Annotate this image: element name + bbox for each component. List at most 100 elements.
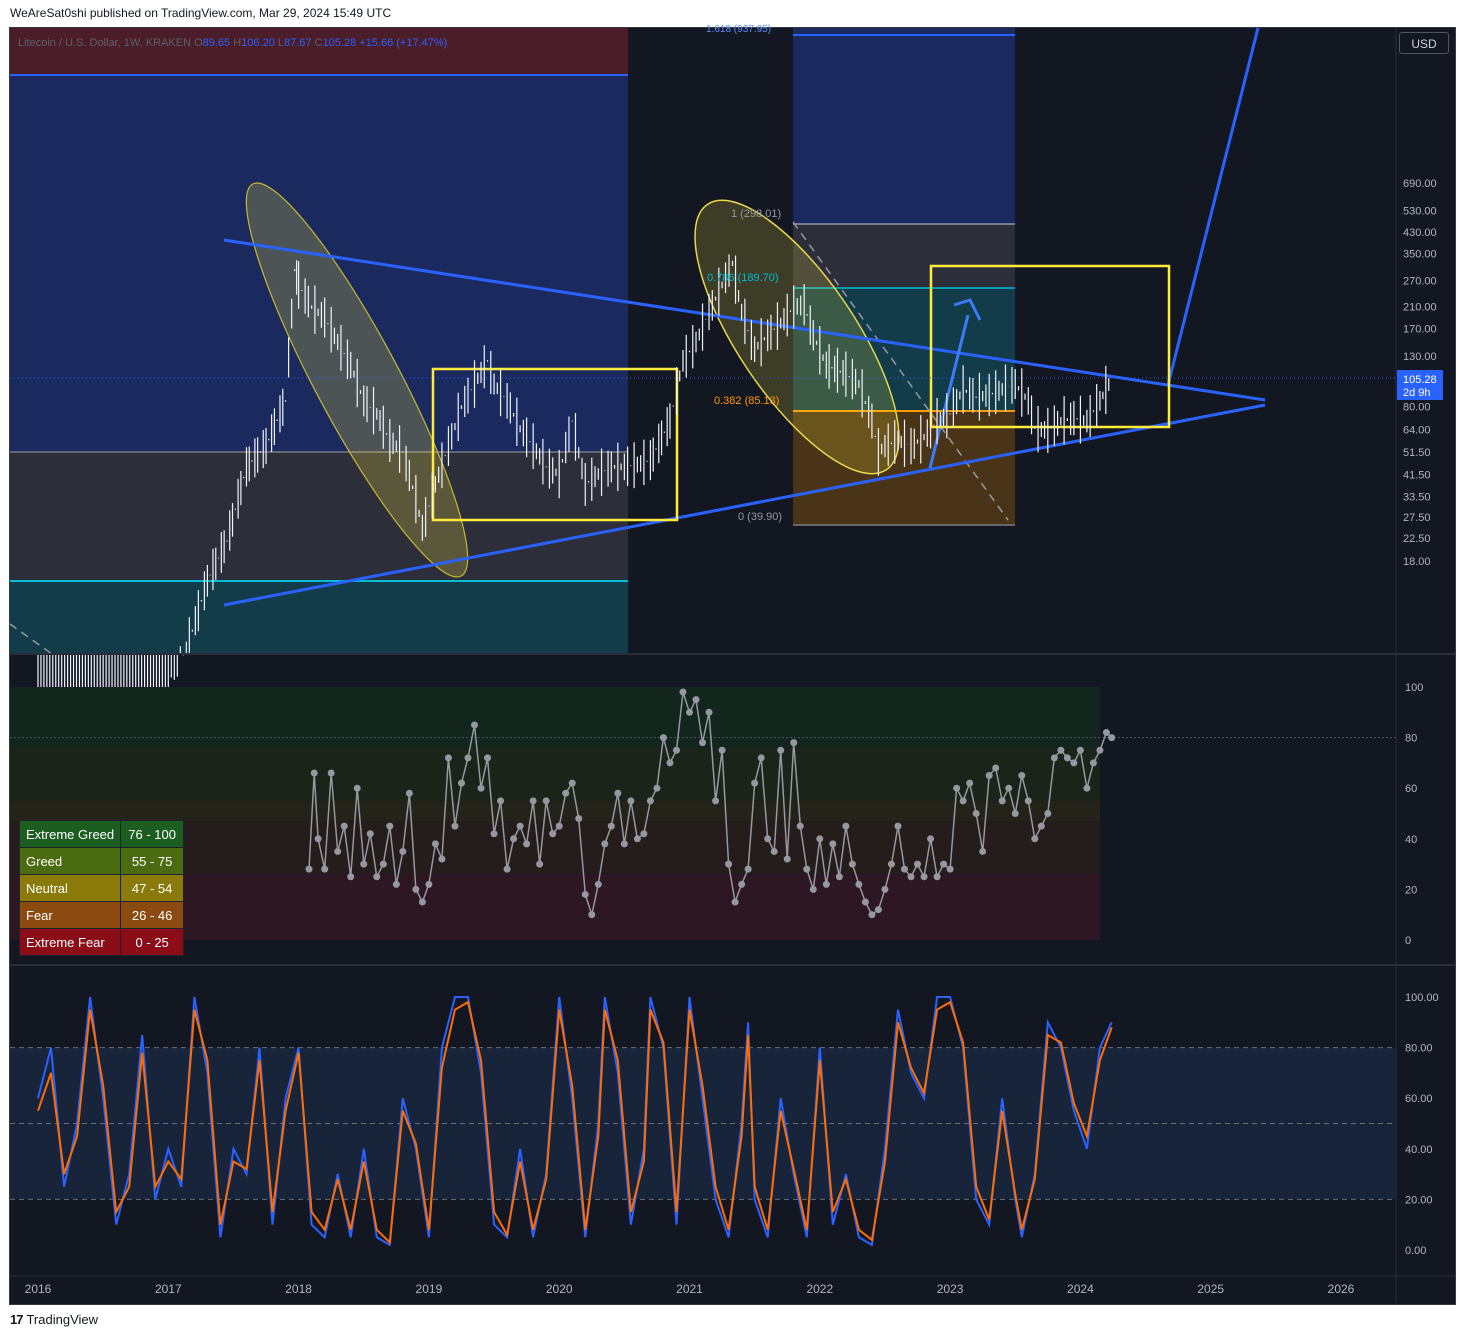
fng-point (718, 746, 726, 754)
fng-point (1050, 754, 1058, 762)
time-axis-tick: 2018 (285, 1282, 312, 1296)
fng-point (692, 696, 700, 704)
price-label-value: 105.28 (1403, 374, 1437, 386)
fng-point (874, 906, 882, 914)
fng-point (431, 840, 439, 848)
fng-point (536, 860, 544, 868)
legend-value: +15.66 (+17.47%) (359, 37, 447, 49)
fng-point (562, 789, 570, 797)
fng-point (757, 754, 765, 762)
price-axis-tick: 64.00 (1403, 425, 1431, 437)
fng-point (946, 865, 954, 873)
fng-point (1108, 734, 1116, 742)
legend-range: 26 - 46 (120, 901, 185, 929)
fng-zone-band (10, 800, 1100, 822)
zone-fib-teal (10, 581, 628, 654)
fng-point (310, 769, 318, 777)
time-axis-tick: 2026 (1328, 1282, 1355, 1296)
fng-point (816, 835, 824, 843)
fng-axis-tick: 80 (1405, 733, 1417, 745)
fng-point (1057, 746, 1065, 754)
legend-label: Extreme Greed (18, 820, 122, 848)
currency-button[interactable]: USD (1399, 32, 1449, 54)
fib-label: 0.786 (189.70) (707, 272, 779, 284)
fng-point (588, 911, 596, 919)
price-axis-tick: 270.00 (1403, 275, 1437, 287)
fng-point (305, 865, 313, 873)
fng-point (523, 840, 531, 848)
time-axis-tick: 2025 (1197, 1282, 1224, 1296)
fng-point (881, 885, 889, 893)
fng-point (1063, 754, 1071, 762)
fng-point (829, 840, 837, 848)
fng-point (340, 822, 348, 830)
fng-point (907, 873, 915, 881)
fng-point (594, 880, 602, 888)
fng-point (497, 797, 505, 805)
fng-point (418, 898, 426, 906)
fng-point (1076, 746, 1084, 754)
fng-point (1018, 772, 1026, 780)
fng-point (855, 880, 863, 888)
legend-row: Greed 55 - 75 (18, 847, 185, 875)
fng-point (672, 746, 680, 754)
legend-label: Greed (18, 847, 122, 875)
fng-point (412, 885, 420, 893)
fng-point (555, 822, 563, 830)
fng-point (451, 822, 459, 830)
fng-point (1102, 729, 1110, 737)
stoch-axis-tick: 100.00 (1405, 992, 1439, 1004)
fng-point (777, 746, 785, 754)
price-axis-tick: 51.50 (1403, 447, 1431, 459)
fng-point (366, 830, 374, 838)
fng-point (457, 779, 465, 787)
stoch-axis-tick: 20.00 (1405, 1194, 1433, 1206)
fng-point (933, 873, 941, 881)
fng-point (575, 815, 583, 823)
fng-point (347, 873, 355, 881)
fng-point (705, 708, 713, 716)
fng-point (484, 754, 492, 762)
price-axis-tick: 41.50 (1403, 470, 1431, 482)
legend-label: Fear (18, 901, 122, 929)
fng-point (1037, 822, 1045, 830)
fng-point (835, 873, 843, 881)
legend-value: 105.28 (323, 37, 360, 49)
time-axis-tick: 2016 (25, 1282, 52, 1296)
fng-point (985, 772, 993, 780)
price-axis-tick: 33.50 (1403, 492, 1431, 504)
time-axis-tick: 2017 (155, 1282, 182, 1296)
fng-point (666, 759, 674, 767)
fng-point (529, 797, 537, 805)
legend-row: Fear 26 - 46 (18, 901, 185, 929)
fng-point (1024, 797, 1032, 805)
zone-fib-blue-right (793, 28, 1015, 224)
fng-point (392, 880, 400, 888)
fng-point (620, 840, 628, 848)
price-axis-tick: 690.00 (1403, 178, 1437, 190)
tradingview-logo-icon: 17 (10, 1312, 24, 1327)
fng-point (581, 890, 589, 898)
stoch-axis-tick: 0.00 (1405, 1245, 1426, 1257)
fng-axis-tick: 40 (1405, 834, 1417, 846)
zone-fib-grey (10, 452, 628, 581)
tradingview-chart[interactable]: 1 (298.01) 0.786 (189.70) 0.382 (85.13) 0 (… (0, 0, 1466, 1339)
fng-point (490, 830, 498, 838)
fng-point (868, 911, 876, 919)
fng-point (1011, 810, 1019, 817)
legend-label: Neutral (18, 874, 122, 902)
fng-point (887, 860, 895, 868)
fng-point (542, 797, 550, 805)
legend-range: 47 - 54 (120, 874, 185, 902)
fng-point (614, 789, 622, 797)
fng-axis-tick: 100 (1405, 682, 1423, 694)
price-axis-tick: 350.00 (1403, 248, 1437, 260)
fng-point (399, 847, 407, 855)
fng-point (1089, 759, 1097, 767)
legend-value: Litecoin / U.S. Dollar, 1W, KRAKEN (18, 37, 194, 49)
fng-point (914, 860, 922, 868)
price-axis-tick: 18.00 (1403, 556, 1431, 568)
time-axis-tick: 2021 (676, 1282, 703, 1296)
zone-ath-red (10, 28, 628, 75)
time-axis-tick: 2020 (546, 1282, 573, 1296)
